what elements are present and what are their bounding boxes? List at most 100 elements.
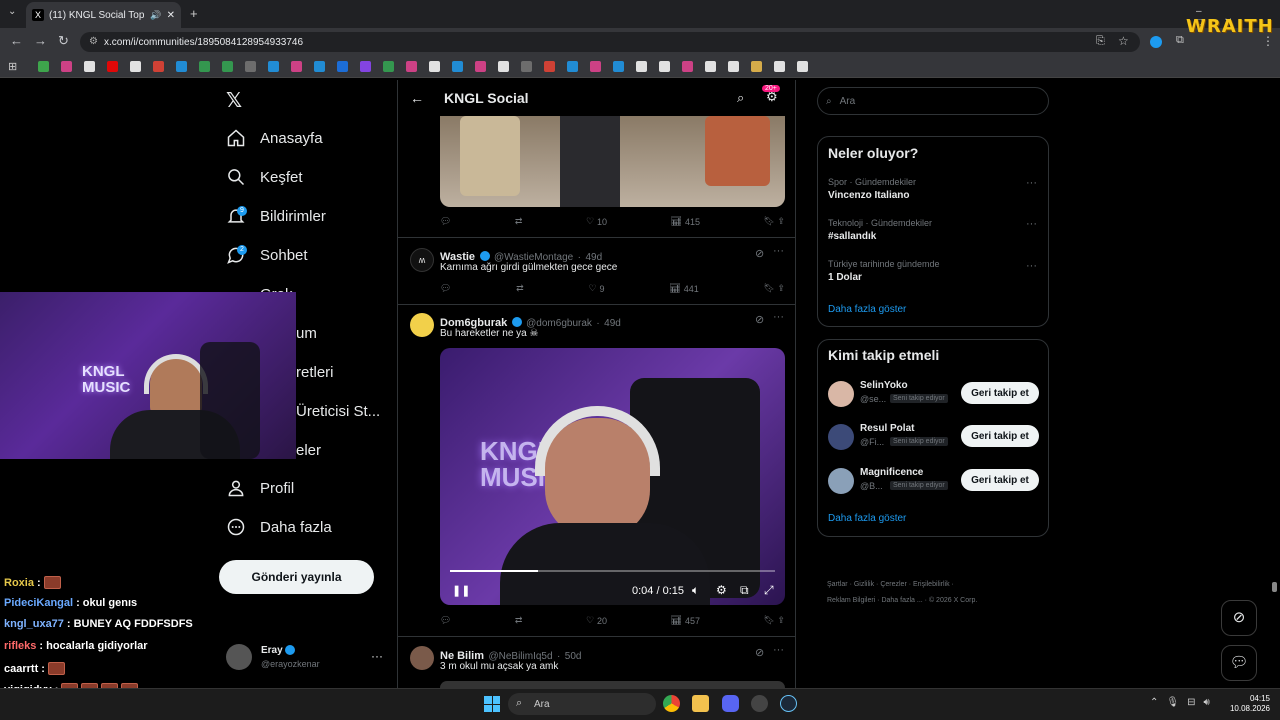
- bookmark-icon[interactable]: [774, 61, 785, 72]
- follow-suggestion[interactable]: SelinYoko @se... Seni takip ediyor Geri …: [828, 379, 1040, 409]
- bookmark-icon[interactable]: [107, 61, 118, 72]
- bookmark-icon[interactable]: [797, 61, 808, 72]
- search-box[interactable]: ⌕ Ara: [817, 87, 1049, 115]
- account-switcher[interactable]: Eray @erayozkenar ···: [226, 643, 386, 673]
- nav-home[interactable]: Anasayfa: [226, 123, 323, 153]
- bookmark-icon[interactable]: [130, 61, 141, 72]
- bookmark-icon[interactable]: [314, 61, 325, 72]
- bookmark-icon[interactable]: [153, 61, 164, 72]
- settings-icon[interactable]: ⚙: [716, 583, 727, 597]
- like-button[interactable]: ♡ 9: [588, 283, 604, 294]
- trends-show-more[interactable]: Daha fazla göster: [828, 304, 906, 315]
- bookmark-icon[interactable]: [475, 61, 486, 72]
- follow-back-button[interactable]: Geri takip et: [961, 469, 1039, 491]
- bookmark-icon[interactable]: [429, 61, 440, 72]
- like-button[interactable]: ♡ 20: [586, 615, 607, 626]
- reply-icon[interactable]: 💬︎: [440, 283, 451, 294]
- trend-name[interactable]: 1 Dolar: [828, 272, 862, 283]
- bookmark-icon[interactable]: [705, 61, 716, 72]
- bookmark-icon[interactable]: [590, 61, 601, 72]
- share-icons[interactable]: 🔖︎ ⇪: [763, 615, 784, 626]
- start-icon[interactable]: [484, 696, 500, 712]
- bookmark-icon[interactable]: [38, 61, 49, 72]
- site-info-icon[interactable]: ⚙: [89, 36, 98, 47]
- avatar[interactable]: [410, 646, 434, 670]
- grok-icon[interactable]: ⊘: [755, 247, 764, 260]
- reload-icon[interactable]: ↻: [58, 33, 69, 49]
- taskbar-search[interactable]: Ara: [508, 693, 656, 715]
- tweet-media-image[interactable]: [440, 116, 785, 207]
- footer-link[interactable]: Erişilebilirlik: [913, 581, 950, 588]
- volume-icon[interactable]: 🔈︎: [692, 583, 699, 598]
- views-button[interactable]: 📊︎ 415: [671, 216, 700, 227]
- bookmark-icon[interactable]: [452, 61, 463, 72]
- views-button[interactable]: 📊︎ 457: [671, 615, 700, 626]
- like-button[interactable]: ♡ 10: [586, 216, 607, 227]
- footer-link[interactable]: Çerezler: [880, 581, 906, 588]
- nav-explore[interactable]: Keşfet: [226, 162, 303, 192]
- nav-more[interactable]: Daha fazla: [226, 512, 332, 542]
- tray-icons[interactable]: ⌃🎙︎⊟🔊︎: [1150, 697, 1218, 708]
- tab-list-button[interactable]: ⌄: [8, 6, 16, 17]
- tweet-video[interactable]: KNGL MUSIC ❚❚ 0:04 / 0:15 🔈︎ ⚙ ⧉ ⤢: [440, 348, 785, 605]
- video-progress-track[interactable]: [450, 570, 775, 572]
- bookmark-icon[interactable]: [751, 61, 762, 72]
- nav-messages[interactable]: Sohbet: [226, 240, 308, 270]
- tweet-media-preview[interactable]: [440, 681, 785, 688]
- bookmark-icon[interactable]: [636, 61, 647, 72]
- bookmark-icon[interactable]: [360, 61, 371, 72]
- app-icon[interactable]: [751, 695, 768, 712]
- trend-more-icon[interactable]: ···: [1026, 177, 1037, 189]
- chrome-icon[interactable]: [663, 695, 680, 712]
- pip-icon[interactable]: ⧉: [740, 583, 749, 598]
- bookmark-icon[interactable]: [337, 61, 348, 72]
- bookmark-icon[interactable]: [199, 61, 210, 72]
- avatar[interactable]: ʍ: [410, 248, 434, 272]
- bookmark-icon[interactable]: [84, 61, 95, 72]
- reply-icon[interactable]: 💬︎: [440, 216, 451, 227]
- audio-icon[interactable]: 🔊: [150, 10, 161, 21]
- bookmark-icon[interactable]: [659, 61, 670, 72]
- more-icon[interactable]: ···: [773, 311, 784, 323]
- discord-icon[interactable]: [722, 695, 739, 712]
- grok-icon[interactable]: ⊘: [755, 313, 764, 326]
- forward-icon[interactable]: →: [34, 33, 47, 48]
- trend-more-icon[interactable]: ···: [1026, 260, 1037, 272]
- bookmark-icon[interactable]: [728, 61, 739, 72]
- extension-icon[interactable]: [1150, 36, 1162, 48]
- bookmark-icon[interactable]: [682, 61, 693, 72]
- header-search-icon[interactable]: ⌕: [737, 90, 744, 106]
- bookmark-icon[interactable]: [521, 61, 532, 72]
- bookmark-icon[interactable]: [544, 61, 555, 72]
- views-button[interactable]: 📊︎ 441: [669, 283, 698, 294]
- avatar[interactable]: [410, 313, 434, 337]
- follow-show-more[interactable]: Daha fazla göster: [828, 513, 906, 524]
- install-icon[interactable]: ⎘: [1096, 35, 1105, 48]
- steam-icon[interactable]: [780, 695, 797, 712]
- footer-link[interactable]: Daha fazla ...: [881, 597, 922, 604]
- nav-communities[interactable]: um: [296, 318, 317, 348]
- nav-lists[interactable]: eler: [296, 435, 321, 465]
- trend-name[interactable]: Vincenzo Italiano: [828, 190, 910, 201]
- bookmark-icon[interactable]: [61, 61, 72, 72]
- nav-bookmarks[interactable]: retleri: [296, 357, 334, 387]
- share-icons[interactable]: 🔖︎ ⇪: [763, 216, 784, 227]
- post-button[interactable]: Gönderi yayınla: [219, 560, 374, 594]
- nav-creator-studio[interactable]: Üreticisi St...: [296, 396, 380, 426]
- reply-icon[interactable]: 💬︎: [440, 615, 451, 626]
- x-logo-icon[interactable]: 𝕏: [226, 88, 242, 112]
- grok-fab[interactable]: ⊘: [1221, 600, 1257, 636]
- address-bar[interactable]: x.com/i/communities/1895084128954933746: [80, 32, 1140, 52]
- account-menu-icon[interactable]: ···: [371, 649, 383, 663]
- explorer-icon[interactable]: [692, 695, 709, 712]
- bookmark-star-icon[interactable]: ☆: [1118, 34, 1129, 48]
- messages-fab[interactable]: 💬︎: [1221, 645, 1257, 681]
- retweet-icon[interactable]: ⇄: [516, 283, 524, 294]
- bookmark-icon[interactable]: [291, 61, 302, 72]
- grok-icon[interactable]: ⊘: [755, 646, 764, 659]
- trend-name[interactable]: #sallandık: [828, 231, 876, 242]
- bookmark-icon[interactable]: [268, 61, 279, 72]
- page-scrollbar[interactable]: [1272, 582, 1277, 592]
- bookmark-icon[interactable]: [613, 61, 624, 72]
- footer-link[interactable]: Reklam Bilgileri: [827, 597, 875, 604]
